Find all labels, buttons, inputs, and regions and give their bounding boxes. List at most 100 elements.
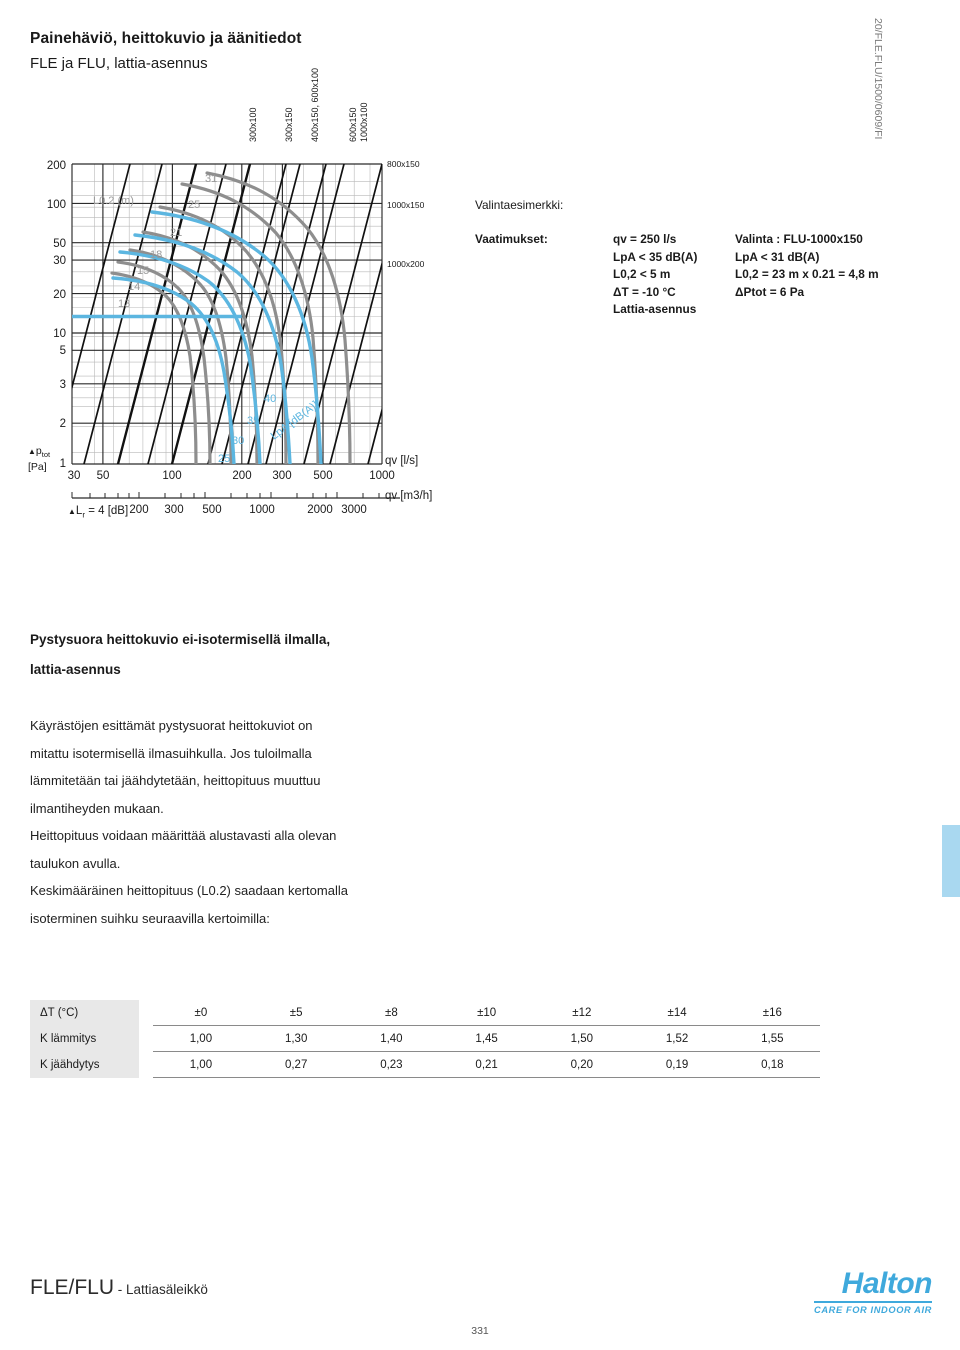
body-line: Käyrästöjen esittämät pystysuorat heitto… xyxy=(30,718,313,733)
body-line: lämmitetään tai jäähdytetään, heittopitu… xyxy=(30,773,321,788)
svg-text:300: 300 xyxy=(164,504,183,516)
chart-x-tick-labels: 30 50 100 200 300 500 1000 xyxy=(68,470,395,482)
page-number: 331 xyxy=(471,1325,489,1337)
section-body: Käyrästöjen esittämät pystysuorat heitto… xyxy=(30,712,460,932)
svg-text:30: 30 xyxy=(68,470,81,482)
table-cell: 0,19 xyxy=(629,1051,725,1078)
table-spacer xyxy=(139,1000,154,1026)
chart-top-label-1000x100: 1000x100 xyxy=(359,102,369,142)
halton-tagline: CARE FOR INDOOR AIR xyxy=(814,1301,932,1315)
page-subtitle: FLE ja FLU, lattia-asennus xyxy=(30,55,208,72)
table-cell: 0,18 xyxy=(724,1051,820,1078)
chart-right-labels: 800x150 1000x150 1000x200 xyxy=(387,159,425,269)
svg-text:14: 14 xyxy=(128,281,140,293)
chart-top-label-300x150: 300x150 xyxy=(284,107,294,142)
table-cell: ±0 xyxy=(153,1000,249,1026)
table-row-header: K lämmitys xyxy=(30,1025,140,1052)
chart-x-axis-title-m3h: qv [m3/h] xyxy=(385,490,433,502)
section-heading-line2: lattia-asennus xyxy=(30,662,121,677)
body-line: isoterminen suihku seuraavilla kertoimil… xyxy=(30,910,270,926)
table-cell: 0,23 xyxy=(343,1051,439,1078)
svg-text:L0.2 (m): L0.2 (m) xyxy=(93,195,134,207)
selection-item: ΔPtot = 6 Pa xyxy=(735,284,805,299)
table-cell: ±12 xyxy=(534,1000,630,1026)
table-row-header: ΔT (°C) xyxy=(30,1000,140,1026)
svg-text:200: 200 xyxy=(129,504,148,516)
footer-product-name: - Lattiasäleikkö xyxy=(114,1282,208,1297)
svg-text:35: 35 xyxy=(247,415,259,427)
svg-text:50: 50 xyxy=(53,238,66,250)
table-cell: ±5 xyxy=(248,1000,344,1026)
table-row: K jäähdytys 1,00 0,27 0,23 0,21 0,20 0,1… xyxy=(30,1051,820,1078)
table-cell: 1,52 xyxy=(629,1025,725,1052)
svg-text:3: 3 xyxy=(60,379,66,391)
example-selection-list: Valinta : FLU-1000x150 LpA < 31 dB(A) L0… xyxy=(735,231,879,319)
selection-item: L0,2 = 23 m x 0.21 = 4,8 m xyxy=(735,267,879,281)
selection-item: LpA < 31 dB(A) xyxy=(735,249,820,264)
svg-text:3000: 3000 xyxy=(341,504,367,516)
svg-text:2000: 2000 xyxy=(307,504,333,516)
table-spacer xyxy=(139,1025,154,1052)
chart-x-axis-title-ls: qv [l/s] xyxy=(385,455,419,467)
body-line: Keskimääräinen heittopituus (L0.2) saada… xyxy=(30,883,348,898)
selection-item: Valinta : FLU-1000x150 xyxy=(735,232,863,246)
svg-text:1: 1 xyxy=(60,458,66,470)
halton-logo: Halton CARE FOR INDOOR AIR xyxy=(814,1268,932,1315)
table-row: K lämmitys 1,00 1,30 1,40 1,45 1,50 1,52… xyxy=(30,1025,820,1052)
footer-product-title: FLE/FLU - Lattiasäleikkö xyxy=(30,1276,208,1300)
table-row: ΔT (°C) ±0 ±5 ±8 ±10 ±12 ±14 ±16 xyxy=(30,1000,820,1026)
body-line: mitattu isotermisellä ilmasuihkulla. Jos… xyxy=(30,745,312,761)
requirement-item: qv = 250 l/s xyxy=(613,232,677,246)
chart-y-axis-title: ▲ptot [Pa] xyxy=(28,445,51,474)
table-cell: 1,50 xyxy=(534,1025,630,1052)
table-cell: ±10 xyxy=(439,1000,535,1026)
table-cell: 1,00 xyxy=(153,1025,249,1052)
table-cell: 0,20 xyxy=(534,1051,630,1078)
svg-text:1000x200: 1000x200 xyxy=(387,259,425,269)
svg-text:25: 25 xyxy=(188,199,200,211)
svg-text:13: 13 xyxy=(118,298,130,310)
svg-text:21: 21 xyxy=(170,227,182,239)
table-cell: 1,30 xyxy=(248,1025,344,1052)
requirement-item: ΔT = -10 °C xyxy=(613,284,676,299)
table-cell: 1,45 xyxy=(439,1025,535,1052)
svg-text:1000x150: 1000x150 xyxy=(387,200,425,210)
svg-text:300: 300 xyxy=(272,470,291,482)
svg-text:40: 40 xyxy=(264,393,276,405)
svg-text:2: 2 xyxy=(60,418,66,430)
table-row-header: K jäähdytys xyxy=(30,1051,140,1078)
chart-lr-note: ▲Lr = 4 [dB] xyxy=(68,505,129,520)
svg-text:200: 200 xyxy=(232,470,251,482)
example-heading: Valintaesimerkki: xyxy=(475,198,564,212)
svg-text:1000: 1000 xyxy=(369,470,395,482)
table-cell: 0,21 xyxy=(439,1051,535,1078)
selection-example: Valintaesimerkki: Vaatimukset: qv = 250 … xyxy=(475,198,945,319)
svg-text:200: 200 xyxy=(47,160,66,172)
correction-factor-table: ΔT (°C) ±0 ±5 ±8 ±10 ±12 ±14 ±16 K lämmi… xyxy=(30,1000,820,1078)
svg-text:20: 20 xyxy=(53,289,66,301)
svg-text:500: 500 xyxy=(202,504,221,516)
example-body: Vaatimukset: qv = 250 l/s LpA < 35 dB(A)… xyxy=(475,231,945,319)
chart-top-label-300x100: 300x100 xyxy=(248,107,258,142)
halton-wordmark: Halton xyxy=(841,1267,933,1300)
requirement-item: LpA < 35 dB(A) xyxy=(613,249,698,264)
svg-text:100: 100 xyxy=(162,470,181,482)
footer-product-code: FLE/FLU xyxy=(30,1276,115,1299)
svg-text:30: 30 xyxy=(232,435,244,447)
table-cell: 1,55 xyxy=(724,1025,820,1052)
svg-text:800x150: 800x150 xyxy=(387,159,420,169)
body-line: ilmantiheyden mukaan. xyxy=(30,800,164,816)
svg-text:15: 15 xyxy=(137,265,149,277)
body-line: Heittopituus voidaan määrittää alustavas… xyxy=(30,828,337,843)
svg-text:1000: 1000 xyxy=(249,504,275,516)
svg-text:10: 10 xyxy=(53,328,66,340)
example-requirements-list: qv = 250 l/s LpA < 35 dB(A) L0,2 < 5 m Δ… xyxy=(613,231,735,319)
svg-text:30: 30 xyxy=(53,255,66,267)
chart-y-tick-labels: 200 100 50 30 20 10 5 3 2 1 xyxy=(47,160,66,470)
body-line: taulukon avulla. xyxy=(30,855,121,871)
svg-text:5: 5 xyxy=(60,345,66,357)
svg-text:25: 25 xyxy=(218,453,230,465)
table-cell: ±8 xyxy=(343,1000,439,1026)
table-cell: ±14 xyxy=(629,1000,725,1026)
chart-top-label-400x150-600x100: 400x150, 600x100 xyxy=(310,67,320,142)
